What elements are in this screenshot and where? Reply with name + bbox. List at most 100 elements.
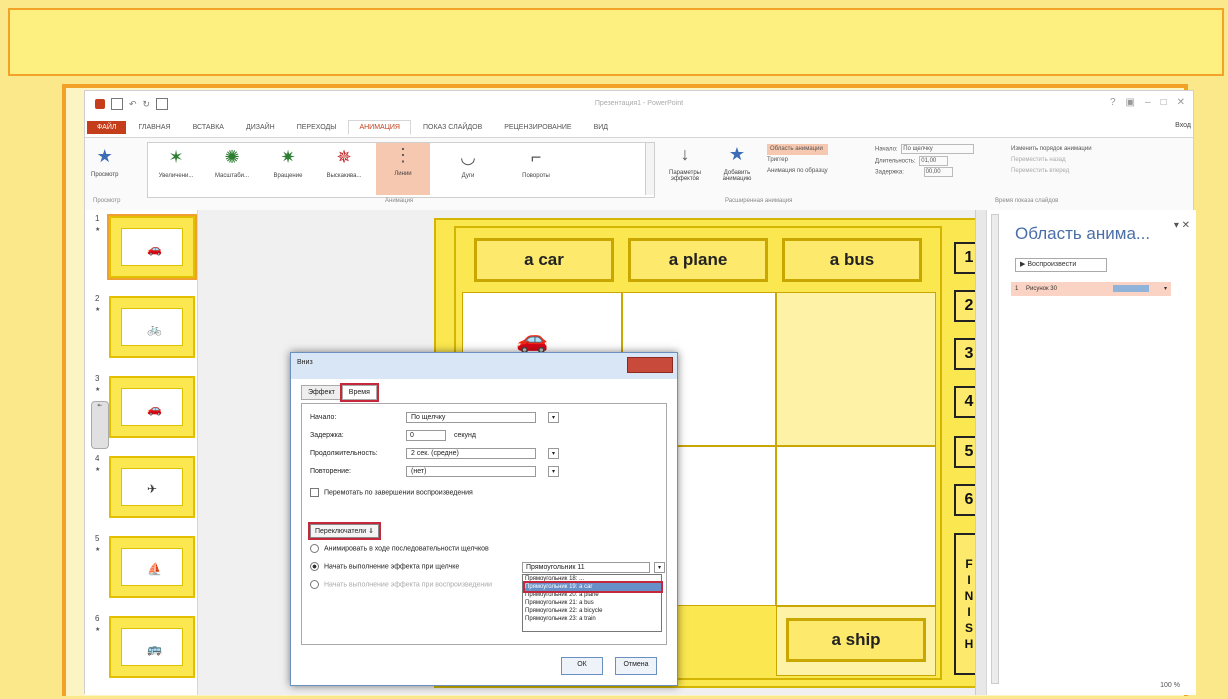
play-label: Воспроизвести	[1027, 261, 1077, 268]
anim-turns-button[interactable]: ⌐ Повороты	[508, 145, 564, 180]
title-bar: ↶ ↻ Презентация1 - PowerPoint ? ▣ – □ ✕	[85, 91, 1193, 117]
minimize-icon[interactable]: –	[1145, 97, 1151, 108]
dialog-close-button[interactable]	[627, 357, 673, 373]
thumbnail-card: 🚌	[109, 616, 195, 678]
timing-controls: Начало: По щелчку Длительность: 01,00 За…	[875, 144, 975, 179]
label-a-plane[interactable]: a plane	[628, 238, 768, 282]
preview-button[interactable]: ★ Просмотр	[91, 144, 118, 179]
delay-label: Задержка:	[875, 169, 904, 176]
thumbnail-number: 2	[95, 294, 100, 303]
sequence-radio[interactable]	[310, 544, 319, 553]
gallery-scroll[interactable]	[645, 143, 654, 195]
arcs-path-icon: ◡	[460, 146, 476, 167]
help-icon[interactable]: ?	[1110, 97, 1116, 108]
tab-view[interactable]: ВИД	[584, 121, 618, 134]
thumbnail-slide-2[interactable]: 2 ★ 🚲	[85, 294, 197, 364]
play-button[interactable]: ▶ Воспроизвести	[1015, 258, 1107, 272]
duration-label: Продолжительность:	[310, 450, 378, 457]
tab-timing[interactable]: Время	[339, 383, 379, 402]
triggers-button[interactable]: Переключатели ⇓	[307, 522, 382, 540]
rewind-label: Перемотать по завершении воспроизведения	[323, 489, 473, 497]
editor-scrollbar[interactable]	[975, 210, 986, 695]
anim-lines-button[interactable]: ⋮ Линии	[376, 143, 430, 195]
thumbnail-glyph: ⛵	[147, 562, 162, 576]
maximize-icon[interactable]: □	[1161, 97, 1167, 108]
thumbnail-slide-6[interactable]: 6 ★ 🚌	[85, 614, 197, 684]
trigger-button[interactable]: Триггер	[767, 155, 828, 166]
delay-input[interactable]: 00,00	[923, 167, 953, 178]
picture-cell[interactable]	[776, 292, 936, 446]
anim-zoom-label: Масштаби...	[214, 173, 250, 179]
move-earlier-button[interactable]: Переместить назад	[1011, 155, 1092, 166]
duration-select[interactable]: 2 сек. (средне)	[406, 448, 536, 459]
trigger-option[interactable]: Прямоугольник 23: a train	[525, 615, 661, 623]
animation-item-label: Рисунок 30	[1026, 286, 1057, 292]
anim-pane-toggle[interactable]: Область анимации	[767, 144, 828, 155]
ribbon-display-icon[interactable]: ▣	[1126, 97, 1135, 108]
tab-design[interactable]: ДИЗАЙН	[236, 121, 285, 134]
animation-list-item[interactable]: 1 Рисунок 30 ▾	[1011, 282, 1171, 296]
animation-order-number: 1	[1015, 286, 1019, 292]
label-a-car[interactable]: a car	[474, 238, 614, 282]
delay-input[interactable]: 0	[406, 430, 446, 441]
move-later-button[interactable]: Переместить вперед	[1011, 166, 1092, 177]
sign-in-link[interactable]: Вход	[1175, 122, 1191, 129]
on-play-radio[interactable]	[310, 580, 319, 589]
tab-file[interactable]: ФАЙЛ	[87, 120, 127, 134]
chevron-down-icon[interactable]: ▾	[548, 466, 559, 477]
tab-effect[interactable]: Эффект	[301, 385, 342, 400]
label-a-bus[interactable]: a bus	[782, 238, 922, 282]
trigger-option-selected[interactable]: Прямоугольник 19: a car	[523, 581, 663, 593]
thumbnail-slide-5[interactable]: 5 ★ ⛵	[85, 534, 197, 604]
trigger-shape-select[interactable]: Прямоугольник 11	[522, 562, 650, 573]
car-outline-icon: 🚗	[516, 324, 549, 354]
item-dropdown-icon[interactable]: ▾	[1164, 282, 1167, 296]
pane-scrollbar[interactable]	[991, 214, 999, 684]
start-select[interactable]: По щелчку	[901, 144, 975, 154]
on-click-option: Начать выполнение эффекта при щелчке	[310, 562, 459, 571]
picture-cell[interactable]	[776, 446, 936, 606]
thumbnail-number: 5	[95, 534, 100, 543]
anim-arcs-button[interactable]: ◡ Дуги	[444, 145, 492, 180]
chevron-down-icon[interactable]: ▾	[548, 448, 559, 459]
label-a-ship[interactable]: a ship	[786, 618, 926, 662]
anim-spin-button[interactable]: ✷ Вращение	[264, 145, 312, 180]
start-select[interactable]: По щелчку	[406, 412, 536, 423]
collapse-pane-handle[interactable]: ⇤	[91, 401, 109, 449]
zoom-control[interactable]: 100 %	[1160, 682, 1180, 689]
finish-letter: I	[967, 573, 971, 587]
on-click-radio[interactable]	[310, 562, 319, 571]
anim-grow-button[interactable]: ✶ Увеличени...	[152, 145, 200, 180]
trigger-option[interactable]: Прямоугольник 18: ...	[525, 575, 661, 583]
tab-review[interactable]: РЕЦЕНЗИРОВАНИЕ	[494, 121, 581, 134]
rewind-checkbox[interactable]	[310, 488, 319, 497]
close-icon[interactable]: ✕	[1177, 97, 1185, 108]
repeat-select[interactable]: (нет)	[406, 466, 536, 477]
anim-bounce-button[interactable]: ✵ Выскакива...	[320, 145, 368, 180]
trigger-option[interactable]: Прямоугольник 21: a bus	[525, 599, 661, 607]
animation-star-icon: ★	[95, 467, 101, 473]
tab-transitions[interactable]: ПЕРЕХОДЫ	[287, 121, 347, 134]
tab-home[interactable]: ГЛАВНАЯ	[128, 121, 180, 134]
chevron-down-icon[interactable]: ▾	[548, 412, 559, 423]
animation-star-icon: ★	[95, 627, 101, 633]
tab-animations[interactable]: АНИМАЦИЯ	[348, 119, 411, 135]
sequence-label: Анимировать в ходе последовательности ще…	[323, 545, 489, 553]
tab-insert[interactable]: ВСТАВКА	[183, 121, 234, 134]
pane-close-icon[interactable]: ▾ ✕	[1174, 220, 1190, 231]
trigger-option[interactable]: Прямоугольник 22: a bicycle	[525, 607, 661, 615]
duration-input[interactable]: 01,00	[919, 155, 949, 166]
thumbnail-slide-1[interactable]: 1 ★ 🚗	[85, 214, 197, 284]
chevron-down-icon[interactable]: ▾	[654, 562, 665, 573]
anim-painter-button[interactable]: Анимация по образцу	[767, 166, 828, 177]
trigger-option[interactable]: Прямоугольник 20: a plane	[525, 591, 661, 599]
thumbnail-slide-4[interactable]: 4 ★ ✈	[85, 454, 197, 524]
repeat-label: Повторение:	[310, 468, 351, 475]
ok-button[interactable]: ОК	[561, 657, 603, 675]
cancel-button[interactable]: Отмена	[615, 657, 657, 675]
add-animation-icon: ★	[728, 143, 746, 164]
effect-options-button[interactable]: ↓ Параметры эффектов	[661, 142, 709, 183]
anim-zoom-button[interactable]: ✺ Масштаби...	[208, 145, 256, 180]
tab-slideshow[interactable]: ПОКАЗ СЛАЙДОВ	[413, 121, 492, 134]
add-animation-button[interactable]: ★ Добавить анимацию	[715, 142, 759, 183]
